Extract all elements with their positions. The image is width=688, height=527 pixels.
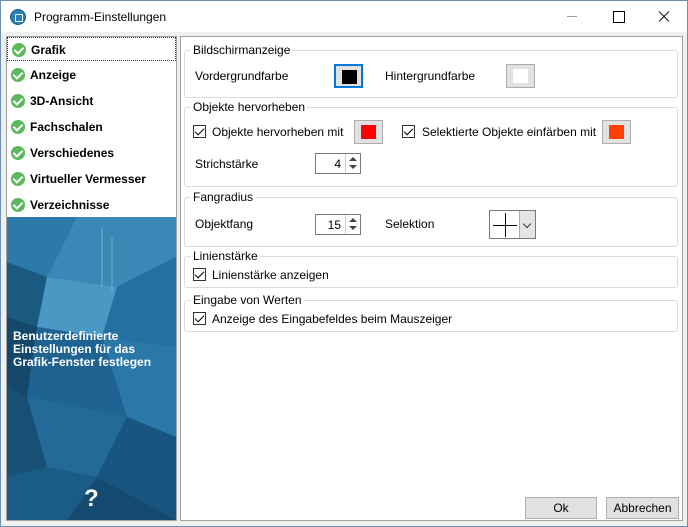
sidebar-description: Benutzerdefinierte Einstellungen für das…	[13, 329, 152, 369]
hintergrundfarbe-button[interactable]	[506, 64, 535, 88]
group-title: Objekte hervorheben	[191, 100, 308, 114]
group-fangradius: Fangradius Objektfang 15 Selektion	[184, 190, 678, 247]
settings-panel: Bildschirmanzeige Vordergrundfarbe Hinte…	[180, 36, 683, 521]
arrow-down-icon[interactable]	[349, 165, 357, 169]
group-title: Linienstärke	[191, 249, 260, 263]
check-circle-icon	[12, 43, 26, 57]
objektfang-value: 15	[327, 218, 341, 232]
check-circle-icon	[11, 120, 25, 134]
sidebar-item-3d-ansicht[interactable]: 3D-Ansicht	[7, 89, 176, 113]
objekte-hervorheben-label: Objekte hervorheben mit	[212, 125, 344, 139]
check-circle-icon	[11, 146, 25, 160]
vordergrundfarbe-label: Vordergrundfarbe	[195, 69, 289, 83]
sidebar-item-anzeige[interactable]: Anzeige	[7, 63, 176, 87]
stepper-arrows[interactable]	[345, 154, 360, 173]
group-objekte-hervorheben: Objekte hervorheben Objekte hervorheben …	[184, 100, 678, 187]
check-circle-icon	[11, 172, 25, 186]
color-swatch	[361, 125, 376, 139]
linienstaerke-anzeigen-label: Linienstärke anzeigen	[212, 268, 329, 282]
vordergrundfarbe-button[interactable]	[334, 64, 363, 88]
window-title: Programm-Einstellungen	[34, 10, 167, 24]
chevron-down-icon[interactable]	[519, 211, 535, 238]
sidebar-item-label: Virtueller Vermesser	[30, 172, 146, 186]
hintergrundfarbe-label: Hintergrundfarbe	[385, 69, 476, 83]
arrow-up-icon[interactable]	[349, 218, 357, 222]
sidebar-item-label: Anzeige	[30, 68, 77, 82]
sidebar-item-label: Fachschalen	[30, 120, 103, 134]
objektfang-stepper[interactable]: 15	[315, 214, 361, 235]
cancel-button[interactable]: Abbrechen	[606, 497, 679, 519]
ok-button[interactable]: Ok	[525, 497, 597, 519]
close-icon[interactable]	[641, 1, 687, 32]
sidebar-item-label: 3D-Ansicht	[30, 94, 94, 108]
check-circle-icon	[11, 198, 25, 212]
sidebar-item-fachschalen[interactable]: Fachschalen	[7, 115, 176, 139]
selektion-dropdown[interactable]	[489, 210, 536, 239]
color-swatch	[609, 125, 624, 139]
settings-nav: Grafik Anzeige 3D-Ansicht Fachschalen Ve…	[7, 37, 176, 217]
selektierte-einfaerben-label: Selektierte Objekte einfärben mit	[422, 125, 597, 139]
group-title: Eingabe von Werten	[191, 293, 304, 307]
arrow-up-icon[interactable]	[349, 157, 357, 161]
sidebar-item-label: Verschiedenes	[30, 146, 115, 160]
sidebar-item-grafik[interactable]: Grafik	[7, 37, 176, 61]
selektion-label: Selektion	[385, 217, 435, 231]
sidebar-item-label: Verzeichnisse	[30, 198, 110, 212]
help-icon[interactable]: ?	[84, 485, 99, 513]
sidebar-item-verzeichnisse[interactable]: Verzeichnisse	[7, 193, 176, 217]
check-circle-icon	[11, 94, 25, 108]
settings-dialog: Programm-Einstellungen Grafik Anzeige 3D…	[0, 0, 688, 527]
arrow-down-icon[interactable]	[349, 226, 357, 230]
sidebar-item-label: Grafik	[31, 43, 66, 57]
maximize-icon[interactable]	[595, 1, 641, 32]
group-title: Fangradius	[191, 190, 256, 204]
eingabefeld-mauszeiger-label: Anzeige des Eingabefeldes beim Mauszeige…	[212, 312, 453, 326]
selektierte-einfaerben-checkbox[interactable]	[402, 125, 415, 138]
stepper-arrows[interactable]	[345, 215, 360, 234]
hervorheben-color-button[interactable]	[354, 120, 383, 144]
group-linienstaerke: Linienstärke Linienstärke anzeigen	[184, 249, 678, 288]
objektfang-label: Objektfang	[195, 217, 254, 231]
strichstaerke-value: 4	[334, 157, 341, 171]
sidebar-item-virtueller-vermesser[interactable]: Virtueller Vermesser	[7, 167, 176, 191]
crosshair-icon	[493, 213, 517, 237]
group-eingabe-von-werten: Eingabe von Werten Anzeige des Eingabefe…	[184, 293, 678, 332]
eingabefeld-mauszeiger-checkbox[interactable]	[193, 312, 206, 325]
group-bildschirmanzeige: Bildschirmanzeige Vordergrundfarbe Hinte…	[184, 43, 678, 98]
color-swatch	[513, 69, 528, 83]
group-title: Bildschirmanzeige	[191, 43, 293, 57]
sidebar: Grafik Anzeige 3D-Ansicht Fachschalen Ve…	[6, 36, 177, 521]
sidebar-item-verschiedenes[interactable]: Verschiedenes	[7, 141, 176, 165]
app-icon	[10, 9, 26, 25]
objekte-hervorheben-checkbox[interactable]	[193, 125, 206, 138]
color-swatch	[342, 70, 357, 84]
check-circle-icon	[11, 68, 25, 82]
minimize-icon[interactable]	[549, 1, 595, 32]
strichstaerke-label: Strichstärke	[195, 157, 259, 171]
einfaerben-color-button[interactable]	[602, 120, 631, 144]
title-bar: Programm-Einstellungen	[1, 1, 687, 32]
strichstaerke-stepper[interactable]: 4	[315, 153, 361, 174]
linienstaerke-anzeigen-checkbox[interactable]	[193, 268, 206, 281]
